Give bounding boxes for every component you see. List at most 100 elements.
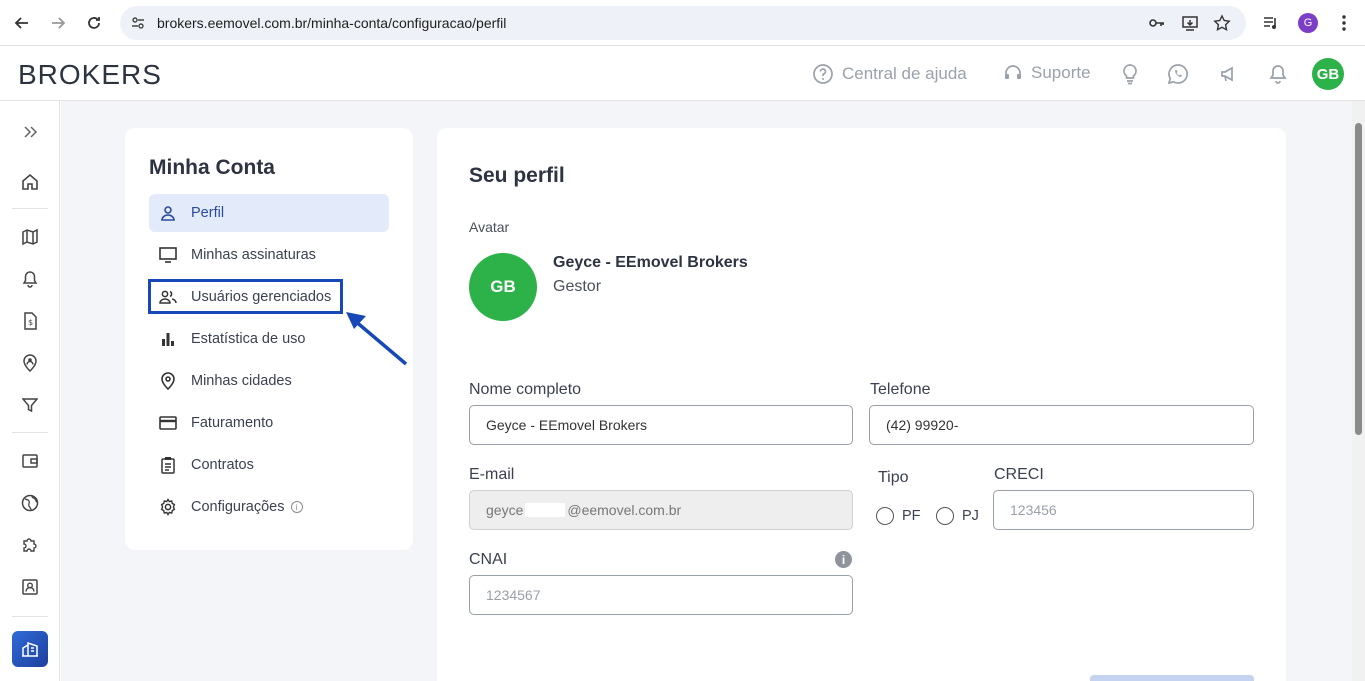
email-label: E-mail [469,466,515,483]
install-app-icon[interactable] [1181,14,1199,32]
cnai-placeholder: 1234567 [486,587,541,603]
profile-panel: Seu perfil Avatar GB Geyce - EEmovel Bro… [437,128,1286,681]
location-pin-icon [159,372,177,390]
menu-item-contratos[interactable]: Contratos [149,446,389,484]
media-control-icon[interactable] [1259,11,1283,35]
page-title: Seu perfil [469,164,565,187]
url-text: brokers.eemovel.com.br/minha-conta/confi… [157,15,507,31]
tipo-radio-pj[interactable]: PJ [936,507,979,525]
cnai-info-icon[interactable]: i [835,551,852,568]
email-field: geyce @eemovel.com.br [469,490,853,530]
wallet-icon[interactable] [18,449,42,473]
credit-card-icon [159,414,177,432]
cnai-field[interactable]: 1234567 [469,575,853,615]
telefone-value: (42) 99920- [886,417,959,433]
megaphone-icon[interactable] [1217,62,1241,86]
menu-item-perfil[interactable]: Perfil [149,194,389,232]
globe-icon[interactable] [18,491,42,515]
rail-divider [12,616,48,617]
radio-label: PF [902,508,921,524]
info-small-icon[interactable]: i [290,501,303,513]
annotation-arrow-icon [346,312,408,366]
avatar-label: Avatar [469,219,510,235]
radio-circle[interactable] [876,507,894,525]
menu-item-assinaturas[interactable]: Minhas assinaturas [149,236,389,274]
location-person-icon[interactable] [18,351,42,375]
nome-field[interactable]: Geyce - EEmovel Brokers [469,405,853,445]
tipo-radio-pf[interactable]: PF [876,507,921,525]
tipo-label: Tipo [878,469,909,486]
bar-chart-icon [159,330,177,348]
home-icon[interactable] [18,170,42,194]
account-menu-title: Minha Conta [149,156,275,179]
menu-item-cidades[interactable]: Minhas cidades [149,362,389,400]
menu-item-configuracoes[interactable]: Configurações i [149,488,389,526]
menu-item-label: Estatística de uso [191,331,306,347]
document-dollar-icon[interactable]: $ [18,309,42,333]
help-center-link[interactable]: Central de ajuda [812,63,967,85]
password-key-icon[interactable] [1148,14,1166,32]
svg-text:$: $ [28,318,33,327]
clipboard-icon [159,456,177,474]
profile-role: Gestor [553,278,602,295]
help-circle-icon [813,64,833,84]
bookmark-star-icon[interactable] [1213,14,1231,32]
map-icon[interactable] [18,225,42,249]
app-header: BROKERS Central de ajuda Suporte [0,47,1365,101]
puzzle-icon[interactable] [18,533,42,557]
side-rail: $ [0,101,60,681]
menu-item-label: Configurações [191,499,285,515]
headset-icon [1005,65,1021,79]
address-bar[interactable]: brokers.eemovel.com.br/minha-conta/confi… [120,6,1246,40]
cnai-label: CNAI [469,551,508,568]
page-scrollbar[interactable] [1352,101,1365,681]
highlight-annotation-box [148,279,343,314]
person-icon [159,204,177,222]
lightbulb-icon[interactable] [1118,62,1142,86]
expand-chevrons-icon[interactable] [18,120,42,144]
telefone-field[interactable]: (42) 99920- [869,405,1254,445]
support-link[interactable]: Suporte [1003,63,1091,83]
building-app-icon[interactable] [12,631,48,667]
telefone-label: Telefone [870,381,931,398]
whatsapp-icon[interactable] [1166,62,1190,86]
radio-label: PJ [962,508,979,524]
user-avatar[interactable]: GB [1312,58,1344,90]
back-icon[interactable] [10,11,34,35]
forward-icon[interactable] [46,11,70,35]
nome-label: Nome completo [469,381,582,398]
contact-card-icon[interactable] [18,575,42,599]
email-suffix: @eemovel.com.br [567,502,682,518]
menu-item-label: Perfil [191,205,225,221]
profile-name: Geyce - EEmovel Brokers [553,254,748,271]
browser-toolbar: brokers.eemovel.com.br/minha-conta/confi… [0,0,1365,46]
alert-bell-icon[interactable] [18,267,42,291]
save-button[interactable] [1090,675,1254,681]
creci-label: CRECI [994,466,1044,483]
support-label: Suporte [1031,63,1091,82]
rail-divider [12,208,48,209]
menu-item-label: Minhas cidades [191,373,292,389]
brokers-logo[interactable]: BROKERS [18,59,162,91]
creci-field[interactable]: 123456 [993,490,1254,530]
menu-item-label: Faturamento [191,415,274,431]
gear-icon [159,498,177,516]
scrollbar-thumb[interactable] [1355,123,1362,435]
menu-item-label: Minhas assinaturas [191,247,316,263]
browser-profile-avatar[interactable]: G [1296,11,1320,35]
notification-bell-icon[interactable] [1266,62,1290,86]
browser-menu-icon[interactable] [1332,11,1356,35]
site-settings-icon[interactable] [129,14,147,32]
email-prefix: geyce [486,502,524,518]
reload-icon[interactable] [82,11,106,35]
radio-circle[interactable] [936,507,954,525]
creci-placeholder: 123456 [1010,502,1057,518]
profile-avatar[interactable]: GB [469,253,537,321]
help-center-label: Central de ajuda [842,64,967,83]
monitor-icon [159,246,177,264]
filter-icon[interactable] [18,393,42,417]
rail-divider [12,432,48,433]
nome-value: Geyce - EEmovel Brokers [486,417,648,433]
menu-item-faturamento[interactable]: Faturamento [149,404,389,442]
redacted-block [525,503,566,517]
